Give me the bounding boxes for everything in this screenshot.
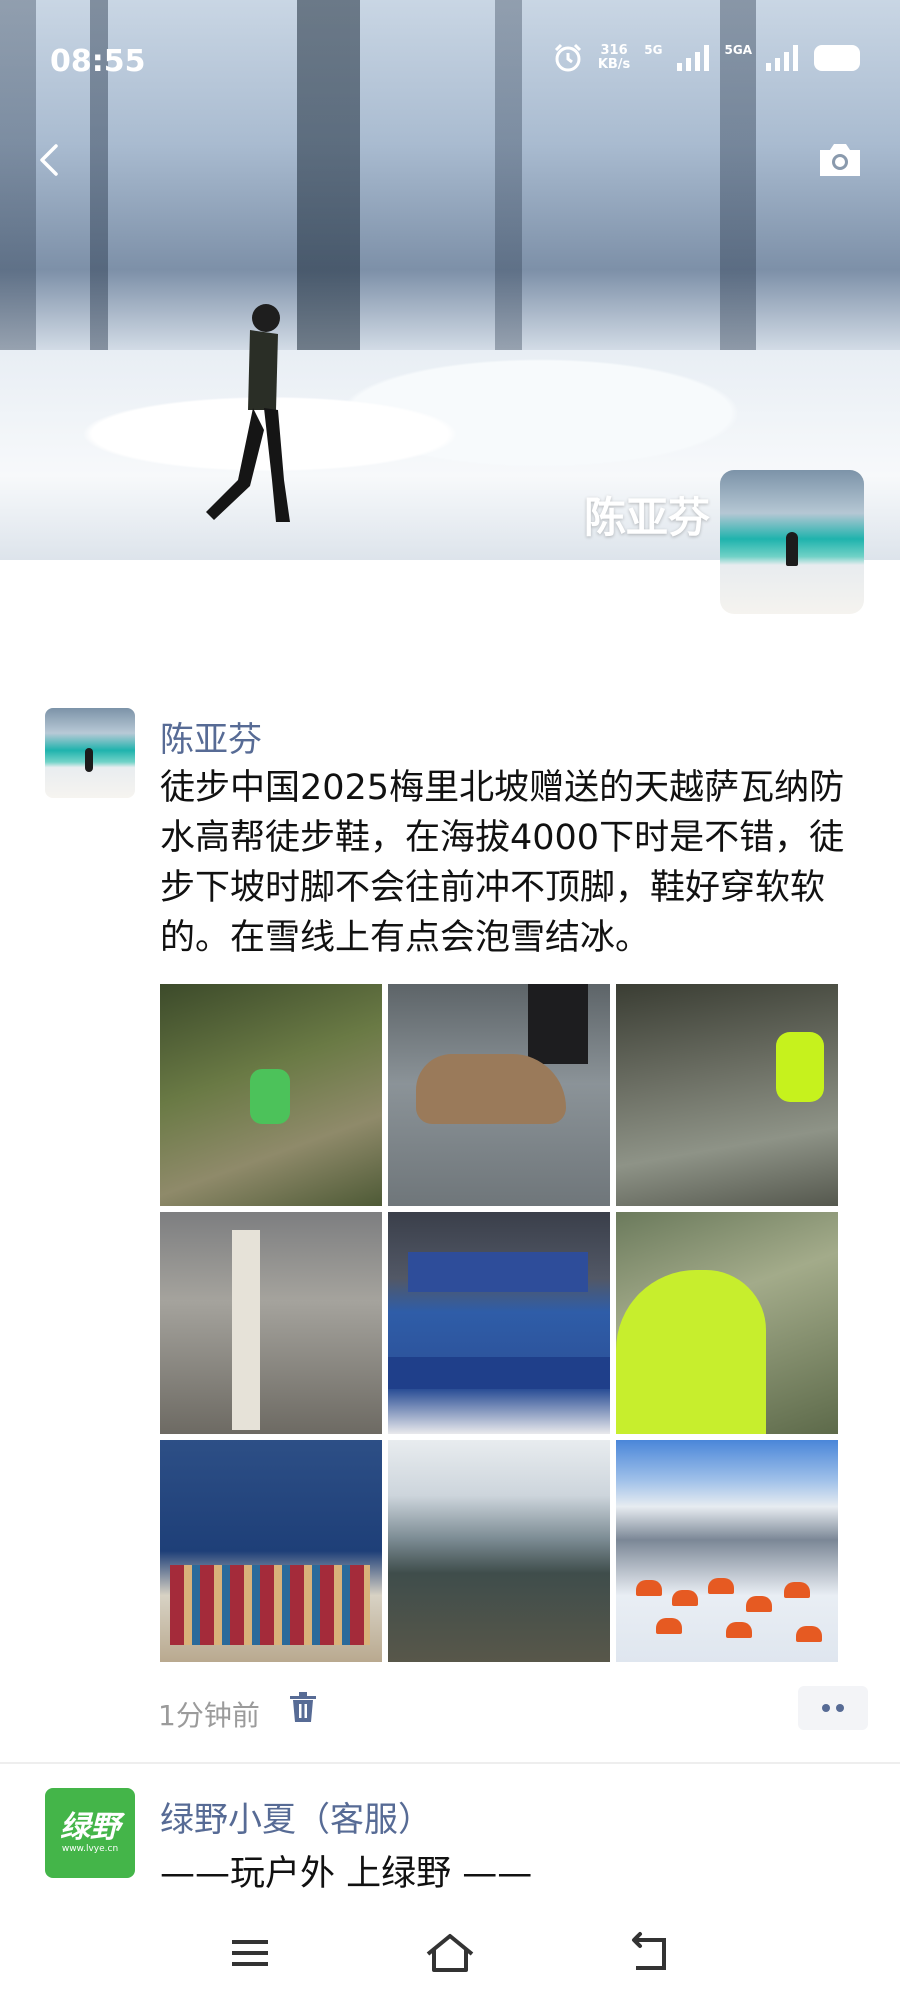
post-author-avatar[interactable]	[45, 708, 135, 798]
commenter-name[interactable]: 绿野小夏（客服）	[160, 1792, 432, 1841]
status-icons: 316 KB/s 5G 5GA	[552, 42, 860, 74]
hiking-shoe	[416, 1054, 566, 1124]
tent	[746, 1596, 772, 1612]
post-text: 徒步中国2025梅里北坡赠送的天越萨瓦纳防水高帮徒步鞋，在海拔4000下时是不错…	[160, 768, 845, 958]
comment-text: ——玩户外 上绿野 ——	[160, 1854, 533, 1894]
group-banner-photo[interactable]	[388, 1212, 610, 1434]
menu-icon[interactable]	[220, 1928, 280, 1978]
leg	[528, 984, 588, 1064]
tent	[708, 1578, 734, 1594]
network-speed-unit: KB/s	[597, 57, 631, 72]
cover-avatar[interactable]	[720, 470, 864, 614]
post-author-name[interactable]: 陈亚芬	[160, 712, 262, 761]
clock: 08:55	[50, 44, 146, 79]
signal-icon-2	[766, 45, 798, 71]
vertical-sign	[232, 1230, 260, 1430]
banner	[408, 1252, 588, 1292]
avatar-person-figure	[85, 748, 93, 772]
walking-person-silhouette	[206, 304, 290, 522]
network-type-2: 5GA	[724, 43, 753, 57]
avatar-person-figure	[786, 532, 798, 566]
post-image-grid	[160, 984, 840, 1662]
more-dots-icon	[822, 1704, 844, 1712]
divider	[0, 1762, 900, 1764]
network-speed-value: 316	[600, 43, 628, 58]
lvye-logo-text: 绿野	[60, 1810, 120, 1845]
snow-campsite-photo[interactable]	[616, 1440, 838, 1662]
village-gate-photo[interactable]	[160, 1212, 382, 1434]
tent	[636, 1580, 662, 1596]
yellow-jacket	[776, 1032, 824, 1102]
home-icon[interactable]	[420, 1928, 480, 1978]
tent-camp-photo[interactable]	[616, 1212, 838, 1434]
camera-icon[interactable]	[816, 140, 864, 180]
commenter-avatar[interactable]: 绿野 www.lvye.cn	[45, 1788, 135, 1878]
poster-group-photo[interactable]	[160, 1440, 382, 1662]
back-arrow-icon[interactable]	[30, 140, 70, 180]
status-bar: 08:55 316 KB/s 5G 5GA	[0, 0, 900, 120]
tent	[784, 1582, 810, 1598]
green-backpack	[250, 1069, 290, 1124]
yellow-tent	[616, 1270, 766, 1434]
cover-user-name: 陈亚芬	[583, 493, 710, 542]
tent	[672, 1590, 698, 1606]
system-navigation-bar	[0, 1910, 900, 2000]
hiker-stream-photo[interactable]	[616, 984, 838, 1206]
battery-icon	[814, 45, 860, 71]
more-options-button[interactable]	[798, 1686, 868, 1730]
post-timestamp: 1分钟前	[158, 1699, 260, 1732]
tent	[726, 1622, 752, 1638]
tent	[796, 1626, 822, 1642]
banner-bar	[388, 1357, 610, 1389]
hiking-shoe-photo[interactable]	[388, 984, 610, 1206]
network-speed: 316 KB/s	[598, 44, 630, 72]
back-icon[interactable]	[620, 1928, 680, 1978]
snow-mountain-photo[interactable]	[388, 1440, 610, 1662]
network-type-1: 5G	[644, 43, 663, 57]
signal-icon	[676, 45, 709, 71]
costumed-group	[170, 1565, 370, 1645]
hiker-forest-photo[interactable]	[160, 984, 382, 1206]
alarm-icon	[554, 43, 581, 72]
lvye-logo-url: www.lvye.cn	[61, 1844, 119, 1854]
tent	[656, 1618, 682, 1634]
trash-icon[interactable]	[288, 1690, 318, 1724]
